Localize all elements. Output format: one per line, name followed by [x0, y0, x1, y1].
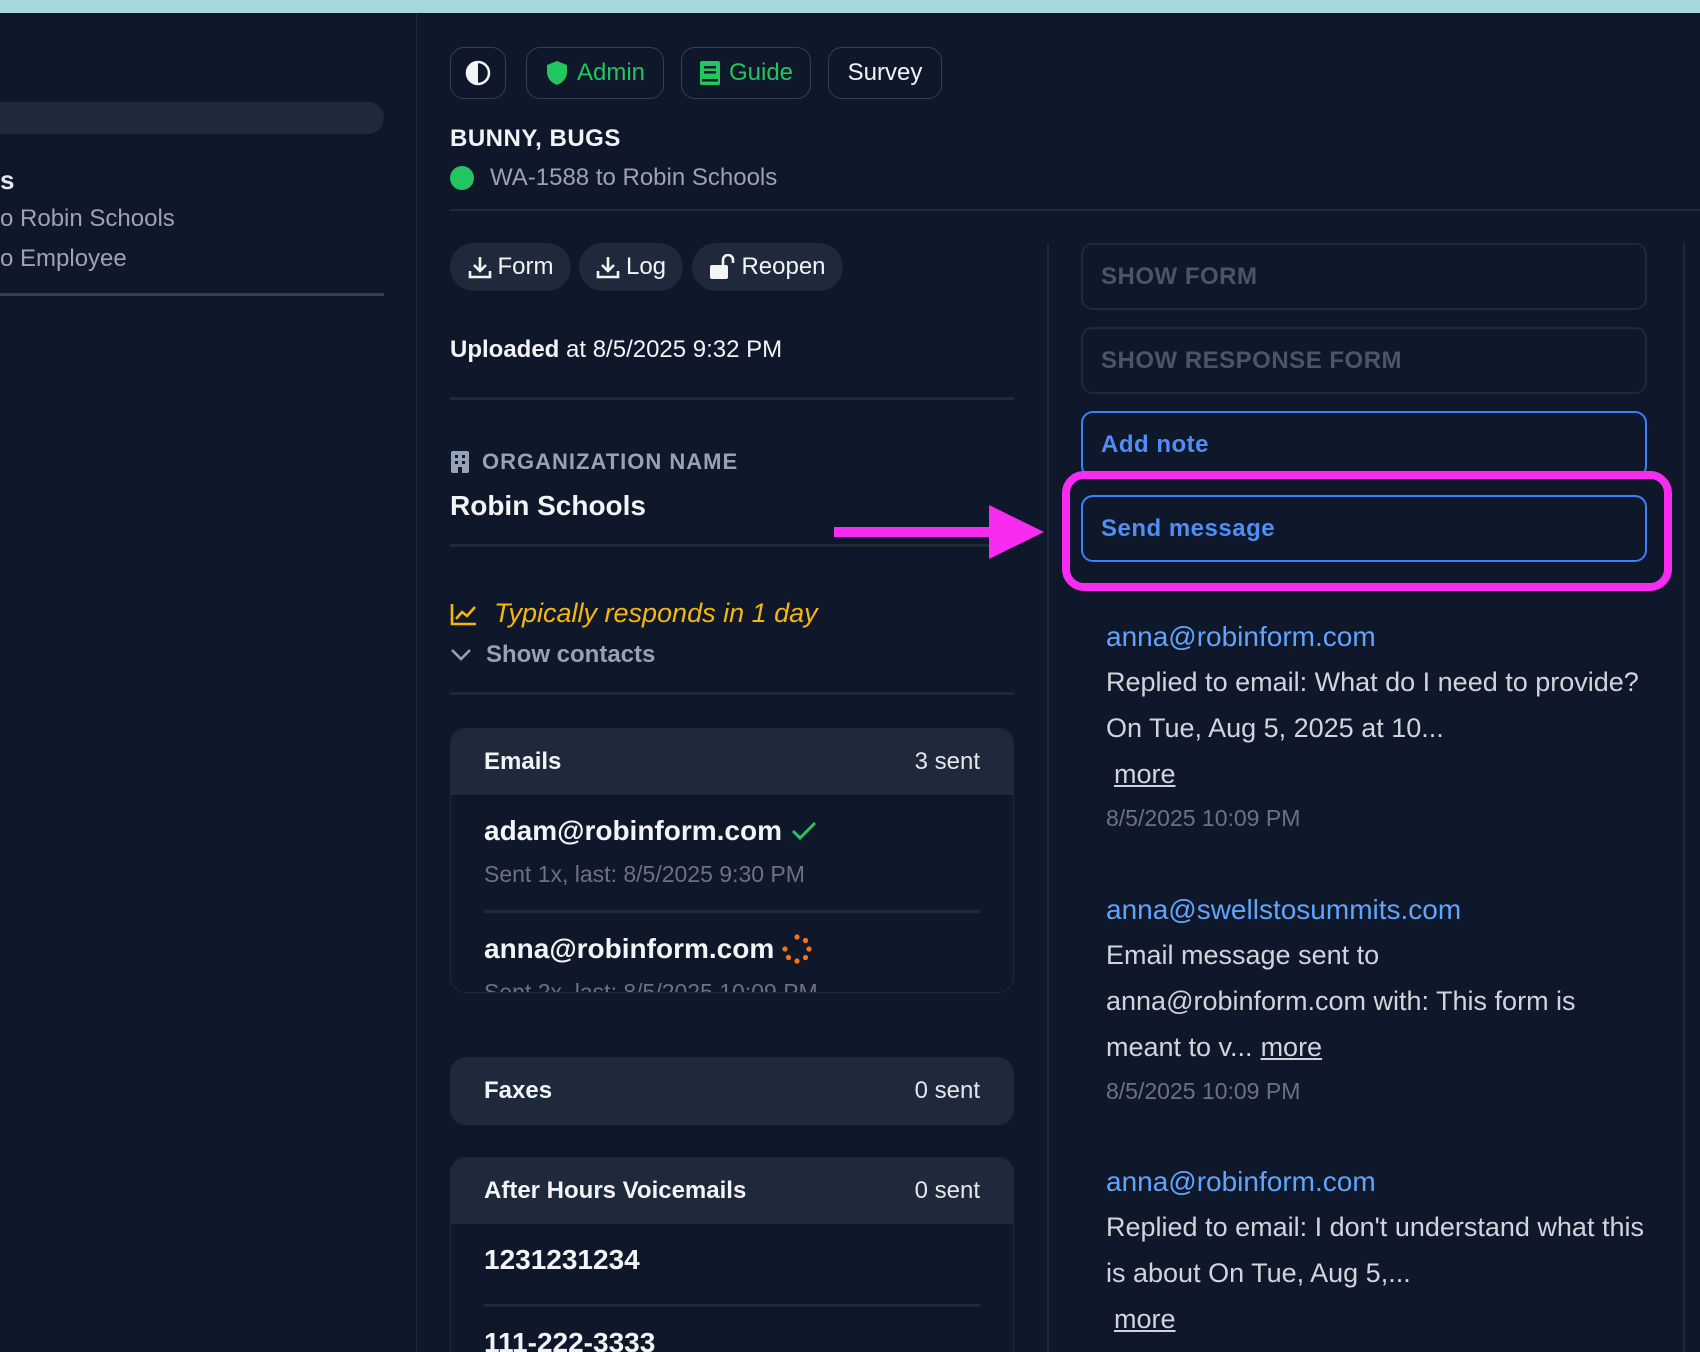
guide-button[interactable]: Guide	[681, 47, 811, 99]
book-icon	[699, 61, 720, 85]
sidebar-heading: s	[0, 165, 15, 195]
uploaded-info: Uploaded at 8/5/2025 9:32 PM	[450, 336, 782, 364]
emails-card: Emails 3 sent adam@robinform.com Sent 1x…	[450, 728, 1014, 993]
email-sent-info: Sent 2x, last: 8/5/2025 10:09 PM	[484, 979, 818, 993]
log-button-label: Log	[625, 253, 667, 280]
organization-label-text: ORGANIZATION NAME	[482, 449, 739, 474]
activity-email[interactable]: anna@swellstosummits.com	[1106, 894, 1646, 926]
building-icon	[451, 451, 469, 473]
email-item[interactable]: adam@robinform.com Sent 1x, last: 8/5/20…	[484, 795, 980, 910]
theme-toggle-button[interactable]	[450, 47, 506, 99]
more-link[interactable]: more	[1114, 1304, 1176, 1334]
voicemail-number: 111-222-3333	[484, 1327, 656, 1352]
email-address-row: anna@robinform.com	[484, 933, 812, 965]
activity-email[interactable]: anna@robinform.com	[1106, 621, 1646, 653]
unlock-icon	[710, 254, 735, 279]
column-divider	[1683, 243, 1685, 1352]
organization-label: ORGANIZATION NAME	[450, 449, 738, 475]
email-address: adam@robinform.com	[484, 815, 783, 846]
download-icon	[468, 257, 491, 279]
faxes-title: Faxes	[484, 1077, 553, 1104]
trend-chart-icon	[450, 603, 476, 625]
show-response-form-button[interactable]: SHOW RESPONSE FORM	[1081, 327, 1647, 394]
more-link[interactable]: more	[1261, 1032, 1323, 1062]
admin-button-label: Admin	[576, 59, 646, 86]
voicemail-item[interactable]: 111-222-3333	[484, 1304, 980, 1352]
status-dot	[450, 166, 474, 190]
shield-icon	[546, 61, 567, 85]
column-divider	[1047, 243, 1049, 1352]
voicemails-card-header[interactable]: After Hours Voicemails 0 sent	[451, 1158, 1013, 1224]
guide-button-label: Guide	[728, 59, 794, 86]
add-note-button[interactable]: Add note	[1081, 411, 1647, 478]
email-sent-info: Sent 1x, last: 8/5/2025 9:30 PM	[484, 861, 805, 887]
header-divider	[450, 209, 1700, 211]
reopen-button-label: Reopen	[741, 253, 826, 280]
form-button-label: Form	[497, 253, 554, 280]
voicemails-count: 0 sent	[914, 1177, 980, 1204]
emails-count: 3 sent	[914, 748, 980, 775]
survey-button-label: Survey	[847, 59, 923, 86]
show-form-button[interactable]: SHOW FORM	[1081, 243, 1647, 310]
arrow-annotation-icon	[834, 505, 1044, 559]
person-name: BUNNY, BUGS	[450, 125, 621, 152]
survey-button[interactable]: Survey	[828, 47, 942, 99]
response-time: Typically responds in 1 day	[450, 598, 818, 629]
section-divider	[450, 692, 1014, 695]
uploaded-time: at 8/5/2025 9:32 PM	[566, 336, 783, 363]
sidebar-item-robin-schools[interactable]: o Robin Schools	[0, 205, 175, 233]
download-form-button[interactable]: Form	[450, 243, 571, 291]
voicemail-number: 1231231234	[484, 1244, 640, 1275]
activity-message: Email message sent to anna@robinform.com…	[1106, 940, 1576, 1062]
check-icon	[791, 821, 817, 841]
main-panel: Admin Guide Survey BUNNY, BUGS WA-1588 t…	[418, 13, 1700, 1352]
activity-item: anna@swellstosummits.com Email message s…	[1106, 894, 1646, 1105]
emails-title: Emails	[484, 748, 562, 775]
highlight-box	[1062, 471, 1672, 591]
download-log-button[interactable]: Log	[579, 243, 683, 291]
activity-text: Email message sent to anna@robinform.com…	[1106, 932, 1646, 1070]
admin-button[interactable]: Admin	[526, 47, 664, 99]
faxes-card: Faxes 0 sent	[450, 1057, 1014, 1125]
email-address-row: adam@robinform.com	[484, 815, 818, 847]
section-divider	[450, 397, 1014, 400]
chevron-down-icon	[451, 649, 471, 661]
download-icon	[596, 257, 620, 279]
activity-text: Replied to email: What do I need to prov…	[1106, 659, 1646, 797]
activity-text: Replied to email: I don't understand wha…	[1106, 1204, 1646, 1342]
sidebar: s o Robin Schools o Employee	[0, 13, 417, 1352]
sidebar-divider	[0, 293, 384, 296]
more-link[interactable]: more	[1114, 759, 1176, 789]
activity-time: 8/5/2025 10:09 PM	[1106, 805, 1301, 831]
faxes-card-header[interactable]: Faxes 0 sent	[451, 1058, 1013, 1124]
activity-item: anna@robinform.com Replied to email: Wha…	[1106, 621, 1646, 832]
emails-card-header[interactable]: Emails 3 sent	[451, 729, 1013, 795]
uploaded-label: Uploaded	[450, 336, 560, 363]
email-address: anna@robinform.com	[484, 933, 775, 964]
contrast-icon	[465, 60, 491, 86]
activity-item: anna@robinform.com Replied to email: I d…	[1106, 1166, 1646, 1342]
show-contacts-toggle[interactable]: Show contacts	[450, 641, 655, 669]
voicemails-card: After Hours Voicemails 0 sent 1231231234…	[450, 1157, 1014, 1352]
route-text: WA-1588 to Robin Schools	[490, 164, 778, 191]
reopen-button[interactable]: Reopen	[692, 243, 843, 291]
top-accent-bar	[0, 0, 1700, 13]
activity-message: Replied to email: I don't understand wha…	[1106, 1212, 1644, 1288]
spinner-icon	[782, 934, 812, 964]
response-time-text: Typically responds in 1 day	[494, 598, 818, 628]
voicemails-title: After Hours Voicemails	[484, 1177, 747, 1204]
faxes-count: 0 sent	[914, 1077, 980, 1104]
sidebar-item-employee[interactable]: o Employee	[0, 245, 127, 273]
show-contacts-label: Show contacts	[486, 641, 656, 668]
activity-message: Replied to email: What do I need to prov…	[1106, 667, 1639, 743]
sidebar-search-bar[interactable]	[0, 102, 384, 134]
activity-time: 8/5/2025 10:09 PM	[1106, 1078, 1301, 1104]
email-item[interactable]: anna@robinform.com Sent 2x, last: 8/5/20…	[484, 910, 980, 993]
activity-email[interactable]: anna@robinform.com	[1106, 1166, 1646, 1198]
organization-name: Robin Schools	[450, 490, 646, 521]
voicemail-item[interactable]: 1231231234	[484, 1224, 980, 1304]
